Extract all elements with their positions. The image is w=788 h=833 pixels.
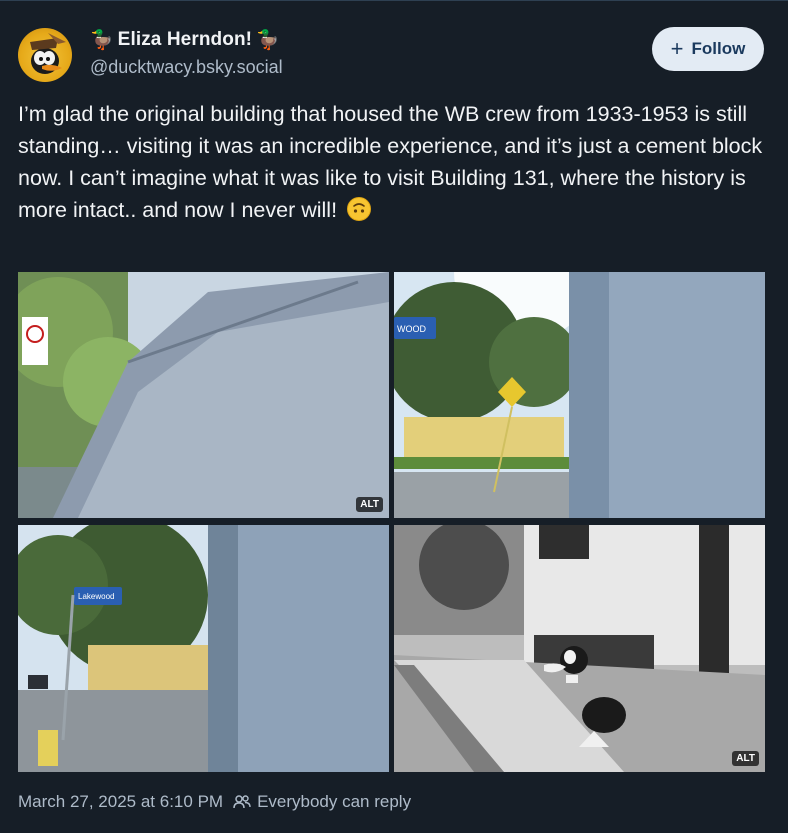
street-sign-text: Lakewood [78,592,114,601]
upside-down-face-icon [347,197,372,221]
author-handle[interactable]: @ducktwacy.bsky.social [90,57,283,78]
follow-button[interactable]: + Follow [652,27,764,71]
alt-badge[interactable]: ALT [732,751,759,766]
vintage-photo-with-cartoon-duck [394,525,765,772]
post-card: 🦆 Eliza Herndon! 🦆 @ducktwacy.bsky.socia… [0,0,788,833]
building-street-sun-photo: WOOD [394,272,765,518]
top-divider [0,0,788,1]
post-image-1[interactable]: ALT [18,272,389,518]
post-image-4[interactable]: ALT [394,525,765,772]
post-text-container: I’m glad the original building that hous… [18,98,770,226]
post-image-2[interactable]: WOOD [394,272,765,518]
plus-icon: + [670,36,684,61]
building-corner-street-photo: Lakewood [18,525,389,772]
follow-button-label: Follow [691,39,746,58]
reply-setting: Everybody can reply [233,792,411,812]
avatar[interactable] [18,28,72,82]
people-icon [233,795,251,809]
reply-setting-label: Everybody can reply [257,792,412,811]
author-display-name[interactable]: Eliza Herndon! [118,29,252,51]
street-sign-text: WOOD [397,324,426,334]
building-wall-photo [18,272,389,518]
author-name-row[interactable]: 🦆 Eliza Herndon! 🦆 [90,29,280,51]
duck-emoji-icon: 🦆 [256,29,280,51]
post-meta: March 27, 2025 at 6:10 PM Everybody can … [18,792,411,812]
duck-emoji-icon: 🦆 [90,29,114,51]
post-text: I’m glad the original building that hous… [18,102,763,222]
post-timestamp[interactable]: March 27, 2025 at 6:10 PM [18,792,223,812]
post-image-3[interactable]: Lakewood [18,525,389,772]
alt-badge[interactable]: ALT [356,497,383,512]
duck-avatar-icon [30,33,66,74]
image-grid: ALT WOOD Lakewood ALT [18,272,765,772]
